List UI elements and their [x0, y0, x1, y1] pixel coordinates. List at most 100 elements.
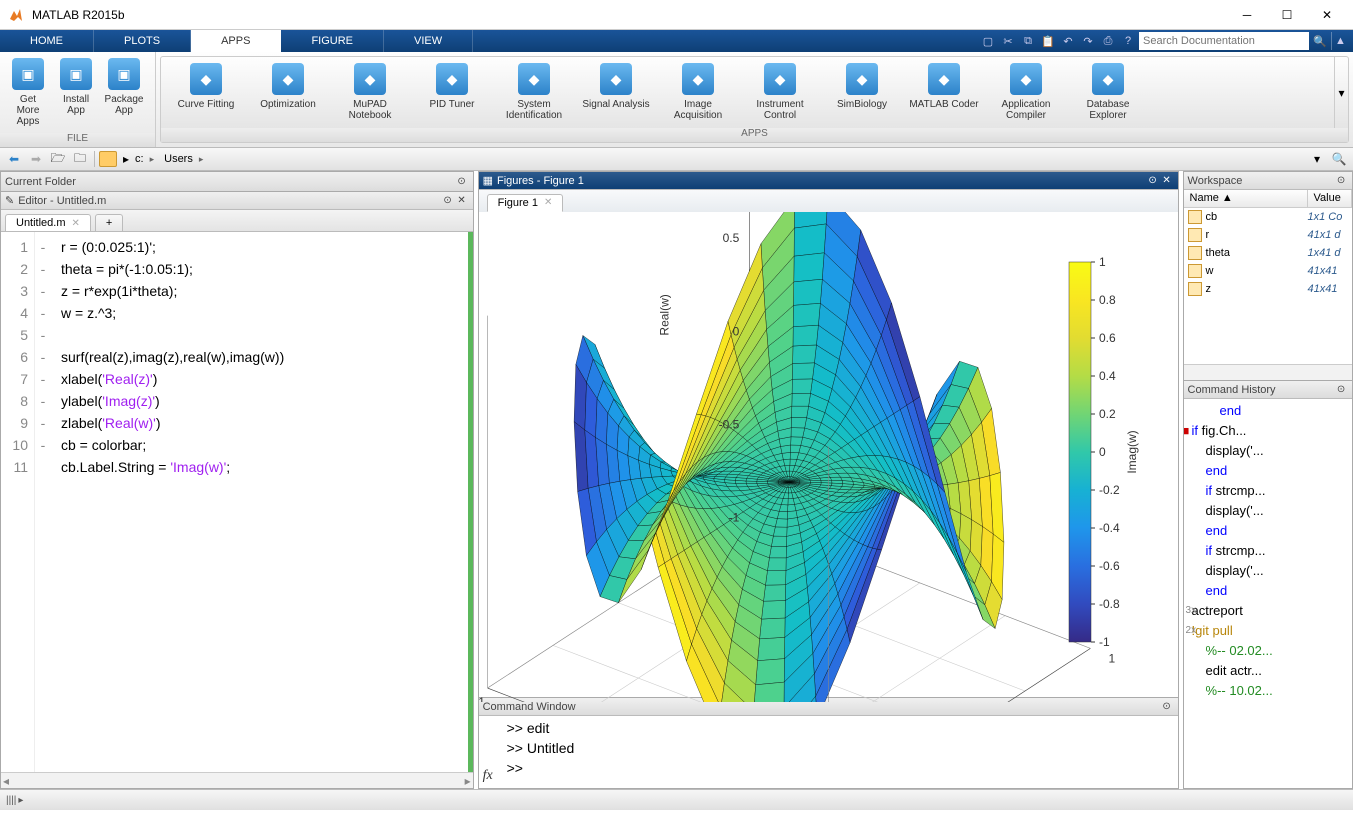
file-btn-1[interactable]: ▣InstallApp	[52, 56, 100, 118]
fx-icon[interactable]: fx	[483, 766, 493, 786]
minimize-button[interactable]: ─	[1229, 3, 1265, 27]
file-btn-0[interactable]: ▣GetMoreApps	[4, 56, 52, 129]
app-icon: ◆	[354, 63, 386, 95]
statusbar: |||| ▸	[0, 789, 1353, 810]
ws-row[interactable]: w41x41	[1184, 262, 1353, 280]
cut-icon[interactable]: ✂	[999, 32, 1017, 50]
app-icon: ◆	[190, 63, 222, 95]
app-btn-7[interactable]: ◆Instrument Control	[739, 61, 821, 123]
history-item[interactable]: edit actr...	[1188, 661, 1349, 681]
app-btn-10[interactable]: ◆Application Compiler	[985, 61, 1067, 123]
history-item[interactable]: 3xactreport	[1188, 601, 1349, 621]
var-icon	[1188, 246, 1202, 260]
breadcrumb-c[interactable]: c:	[131, 153, 158, 165]
app-icon: ◆	[682, 63, 714, 95]
search-icon[interactable]: 🔍	[1311, 32, 1329, 50]
code-health-bar	[468, 232, 473, 772]
history-item[interactable]: end	[1188, 521, 1349, 541]
editor-panel: ✎ Editor - Untitled.m ⊙ ✕ Untitled.m ✕ +…	[0, 191, 474, 789]
app-btn-9[interactable]: ◆MATLAB Coder	[903, 61, 985, 112]
history-item[interactable]: display('...	[1188, 501, 1349, 521]
path-dropdown[interactable]: ▾	[1307, 150, 1327, 168]
history-item[interactable]: display('...	[1188, 561, 1349, 581]
forward-button[interactable]: ➡	[26, 150, 46, 168]
group-label-apps: APPS	[161, 128, 1348, 142]
print-icon[interactable]: ⎙	[1099, 32, 1117, 50]
ribbon: HOME PLOTS APPS FIGURE VIEW ▢ ✂ ⧉ 📋 ↶ ↷ …	[0, 30, 1353, 148]
ws-col-name[interactable]: Name ▲	[1184, 190, 1308, 207]
panel-close-icon[interactable]: ✕	[455, 194, 469, 208]
tab-apps[interactable]: APPS	[191, 30, 281, 52]
apps-dropdown[interactable]: ▾	[1334, 57, 1348, 128]
app-btn-1[interactable]: ◆Optimization	[247, 61, 329, 112]
tab-plots[interactable]: PLOTS	[94, 30, 191, 52]
paste-icon[interactable]: 📋	[1039, 32, 1057, 50]
app-btn-2[interactable]: ◆MuPAD Notebook	[329, 61, 411, 123]
folder-icon	[99, 151, 117, 167]
breadcrumb-users[interactable]: Users	[160, 153, 207, 165]
app-btn-0[interactable]: ◆Curve Fitting	[165, 61, 247, 112]
editor-new-tab[interactable]: +	[95, 214, 123, 231]
svg-text:1: 1	[1099, 255, 1106, 269]
editor-hscroll[interactable]: ◂▸	[1, 772, 473, 788]
history-item[interactable]: %-- 10.02...	[1188, 681, 1349, 701]
command-window-panel: Command Window ⊙ >> edit >> Untitled fx>…	[478, 698, 1179, 789]
redo-icon[interactable]: ↷	[1079, 32, 1097, 50]
history-item[interactable]: if strcmp...	[1188, 541, 1349, 561]
up-folder-button[interactable]: 🗁	[48, 150, 68, 168]
ws-row[interactable]: cb1x1 Co	[1184, 208, 1353, 226]
panel-close-icon[interactable]: ✕	[1160, 174, 1174, 188]
collapse-ribbon-icon[interactable]: ▲	[1331, 32, 1349, 50]
panel-menu-icon[interactable]: ⊙	[1334, 174, 1348, 188]
panel-menu-icon[interactable]: ⊙	[455, 175, 469, 189]
history-item[interactable]: %-- 02.02...	[1188, 641, 1349, 661]
maximize-button[interactable]: ☐	[1269, 3, 1305, 27]
history-item[interactable]: if strcmp...	[1188, 481, 1349, 501]
help-icon[interactable]: ?	[1119, 32, 1137, 50]
quick-action-icon[interactable]: ▢	[979, 32, 997, 50]
panel-menu-icon[interactable]: ⊙	[441, 194, 455, 208]
ws-row[interactable]: theta1x41 d	[1184, 244, 1353, 262]
history-item[interactable]: end	[1188, 581, 1349, 601]
ws-row[interactable]: z41x41	[1184, 280, 1353, 298]
undo-icon[interactable]: ↶	[1059, 32, 1077, 50]
panel-menu-icon[interactable]: ⊙	[1146, 174, 1160, 188]
tab-figure[interactable]: FIGURE	[281, 30, 384, 52]
history-item[interactable]: end	[1188, 461, 1349, 481]
var-icon	[1188, 228, 1202, 242]
path-search-icon[interactable]: 🔍	[1329, 150, 1349, 168]
close-icon[interactable]: ✕	[72, 218, 80, 229]
ws-col-value[interactable]: Value	[1308, 190, 1353, 207]
figure-tab-1[interactable]: Figure 1 ✕	[487, 194, 564, 212]
close-button[interactable]: ✕	[1309, 3, 1345, 27]
history-item[interactable]: ■if fig.Ch...	[1188, 421, 1349, 441]
app-btn-5[interactable]: ◆Signal Analysis	[575, 61, 657, 112]
tab-view[interactable]: VIEW	[384, 30, 473, 52]
command-window-body[interactable]: >> edit >> Untitled fx>>	[479, 716, 1178, 788]
workspace-panel: Workspace ⊙ Name ▲ Value cb1x1 Cor41x1 d…	[1183, 171, 1353, 381]
workspace-hscroll[interactable]	[1184, 364, 1353, 380]
history-item[interactable]: end	[1188, 401, 1349, 421]
tab-home[interactable]: HOME	[0, 30, 94, 52]
browse-button[interactable]: 🗀	[70, 150, 90, 168]
editor-tab-untitled[interactable]: Untitled.m ✕	[5, 214, 91, 231]
close-icon[interactable]: ✕	[544, 197, 552, 209]
history-item[interactable]: display('...	[1188, 441, 1349, 461]
figure-canvas[interactable]: 10.50-0.5-1Imag(z)-101Real(z)-1-0.500.51…	[479, 212, 1178, 697]
app-icon: ◆	[272, 63, 304, 95]
current-folder-header[interactable]: Current Folder ⊙	[0, 171, 474, 191]
search-doc-input[interactable]	[1139, 32, 1309, 50]
back-button[interactable]: ⬅	[4, 150, 24, 168]
app-btn-3[interactable]: ◆PID Tuner	[411, 61, 493, 112]
ws-row[interactable]: r41x1 d	[1184, 226, 1353, 244]
history-item[interactable]: 2x!git pull	[1188, 621, 1349, 641]
file-btn-2[interactable]: ▣PackageApp	[100, 56, 148, 118]
svg-text:-0.6: -0.6	[1099, 559, 1120, 573]
panel-menu-icon[interactable]: ⊙	[1334, 383, 1348, 397]
app-btn-6[interactable]: ◆Image Acquisition	[657, 61, 739, 123]
app-btn-4[interactable]: ◆System Identification	[493, 61, 575, 123]
ribbon-tabs: HOME PLOTS APPS FIGURE VIEW ▢ ✂ ⧉ 📋 ↶ ↷ …	[0, 30, 1353, 52]
app-btn-11[interactable]: ◆Database Explorer	[1067, 61, 1149, 123]
copy-icon[interactable]: ⧉	[1019, 32, 1037, 50]
app-btn-8[interactable]: ◆SimBiology	[821, 61, 903, 112]
